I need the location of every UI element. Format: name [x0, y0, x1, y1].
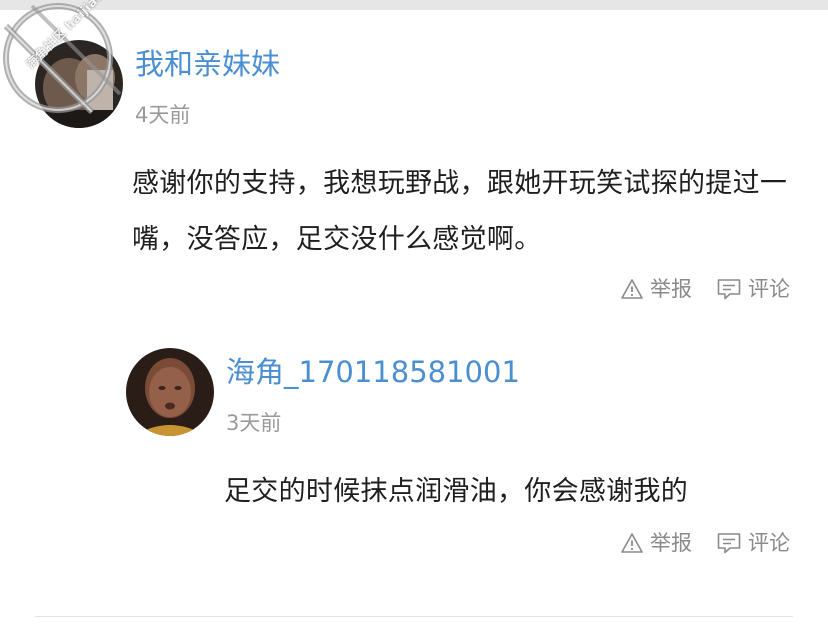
speech-bubble-icon — [716, 277, 742, 301]
comment-actions: 举报 评论 — [620, 277, 790, 301]
report-button[interactable]: 举报 — [620, 531, 692, 555]
comment-button[interactable]: 评论 — [716, 277, 790, 301]
report-button[interactable]: 举报 — [620, 277, 692, 301]
top-bar — [0, 0, 828, 10]
timestamp: 4天前 — [135, 103, 191, 127]
comment-body: 感谢你的支持，我想玩野战，跟她开玩笑试探的提过一嘴，没答应，足交没什么感觉啊。 — [132, 168, 788, 255]
divider — [35, 616, 793, 617]
warning-triangle-icon — [620, 531, 644, 555]
report-label: 举报 — [650, 276, 692, 301]
username[interactable]: 海角_170118581001 — [226, 358, 520, 387]
speech-bubble-icon — [716, 531, 742, 555]
comment-button[interactable]: 评论 — [716, 531, 790, 555]
comment-actions: 举报 评论 — [620, 531, 790, 555]
username[interactable]: 我和亲妹妹 — [135, 50, 280, 79]
warning-triangle-icon — [620, 277, 644, 301]
report-label: 举报 — [650, 530, 692, 555]
comment-label: 评论 — [748, 276, 790, 301]
comment-label: 评论 — [748, 530, 790, 555]
avatar[interactable] — [126, 348, 214, 436]
timestamp: 3天前 — [226, 411, 282, 435]
avatar[interactable] — [35, 40, 123, 128]
comment-body: 足交的时候抹点润滑油，你会感谢我的 — [224, 476, 689, 507]
